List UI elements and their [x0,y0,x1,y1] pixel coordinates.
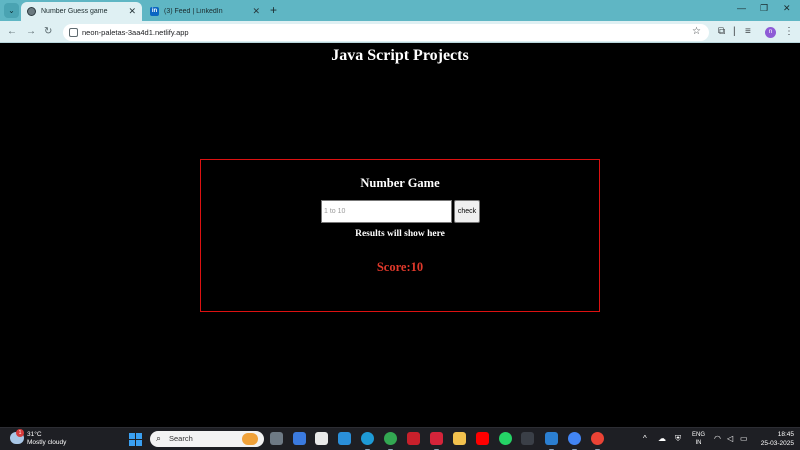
mcafee-icon[interactable] [407,432,420,445]
new-tab-button[interactable]: + [270,3,277,17]
onedrive-cloud-icon[interactable]: ☁ [658,434,666,444]
chevron-up-icon[interactable]: ^ [643,434,647,444]
weather-temperature: 31°C [27,431,42,438]
youtube-icon[interactable] [476,432,489,445]
chrome-icon[interactable] [568,432,581,450]
tab-title: (3) Feed | LinkedIn [164,8,223,15]
task-view-icon[interactable] [270,432,283,445]
vscode-icon[interactable] [545,432,558,450]
result-text: Results will show here [355,229,445,239]
globe-icon [27,7,36,16]
whatsapp-icon[interactable] [499,432,512,445]
wifi-icon[interactable]: ◠ [714,434,721,444]
security-icon[interactable]: ⛨ [675,434,681,444]
close-icon[interactable]: ✕ [128,6,136,17]
site-info-icon[interactable] [69,28,78,37]
store-icon[interactable] [315,432,328,445]
game-title: Number Game [360,176,440,190]
minimize-button[interactable]: — [737,3,746,13]
tab-linkedin-feed[interactable]: in (3) Feed | LinkedIn ✕ [144,2,266,21]
search-label: Search [169,434,193,443]
extensions-icon[interactable]: ⧉ [718,25,725,39]
page-title: Java Script Projects [331,47,469,64]
tab-number-guess-game[interactable]: Number Guess game ✕ [21,2,142,21]
volume-icon[interactable]: ◁ [727,434,733,444]
chrome-profile-icon[interactable] [591,432,604,450]
guess-input[interactable] [321,200,452,223]
restore-button[interactable]: ❐ [760,3,768,14]
language-indicator[interactable]: ENG IN [692,431,705,447]
media-list-icon[interactable]: ≡ [745,25,751,39]
edge-icon[interactable] [361,432,374,450]
clock-date: 25-03-2025 [760,439,794,447]
system-clock[interactable]: 18:45 25-03-2025 [752,431,794,448]
tab-title: Number Guess game [41,8,108,15]
weather-app-icon[interactable] [338,432,351,445]
reload-icon[interactable]: ↻ [44,25,52,39]
taskbar: 1 31°C Mostly cloudy ⌕ Search ^ ☁ ⛨ ENG … [0,427,800,450]
clock-time: 18:45 [777,431,794,438]
address-bar[interactable]: neon-paletas-3aa4d1.netlify.app ☆ [63,24,709,41]
windows-start-icon[interactable] [129,433,142,446]
browser-toolbar: ← → ↻ neon-paletas-3aa4d1.netlify.app ☆ … [0,21,800,43]
close-window-button[interactable]: ✕ [783,3,791,14]
back-arrow-icon[interactable]: ← [7,25,17,39]
toolbar-divider: | [733,26,736,37]
score-text: Score:10 [376,260,424,274]
file-explorer-icon[interactable] [453,432,466,445]
bookmark-star-icon[interactable]: ☆ [692,26,701,37]
close-icon[interactable]: ✕ [252,6,260,17]
language-code: ENG [692,432,706,438]
tab-search-button[interactable]: ⌄ [4,3,19,18]
url-text: neon-paletas-3aa4d1.netlify.app [82,28,189,37]
search-icon: ⌕ [156,433,162,443]
terminal-icon[interactable] [521,432,534,445]
copilot-icon[interactable] [293,432,306,445]
page-viewport: Java Script Projects Number Game check R… [0,44,800,427]
profile-avatar[interactable]: n [765,27,776,38]
media-player-icon[interactable] [430,432,443,450]
chrome-beta-icon[interactable] [384,432,397,450]
language-region: IN [695,440,702,446]
linkedin-icon: in [150,7,159,16]
battery-icon[interactable]: ▭ [740,434,748,444]
forward-arrow-icon[interactable]: → [26,25,36,39]
taskbar-search[interactable]: ⌕ Search [150,431,264,447]
tab-strip: ⌄ Number Guess game ✕ in (3) Feed | Link… [0,0,800,21]
check-button[interactable]: check [454,200,480,223]
search-highlight-icon [242,433,258,445]
menu-kebab-icon[interactable]: ⋮ [784,25,794,39]
notification-badge: 1 [16,429,24,437]
weather-condition: Mostly cloudy [27,439,67,446]
number-game-card: Number Game check Results will show here… [200,159,600,312]
